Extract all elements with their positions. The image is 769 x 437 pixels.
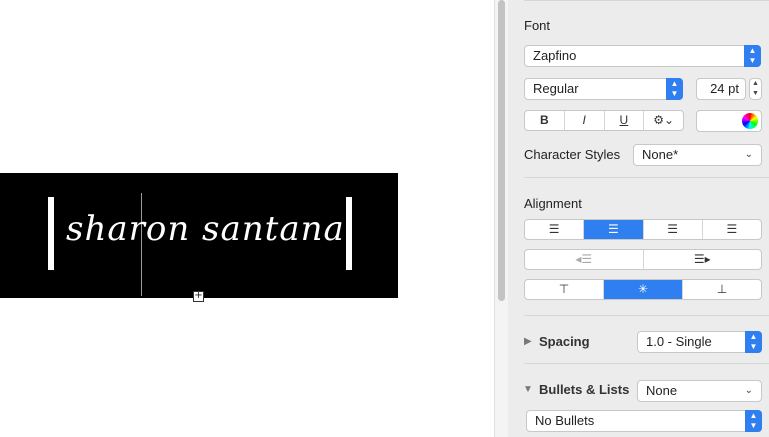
align-justify-icon[interactable]: ☰ (703, 220, 761, 239)
disclosure-down-icon[interactable]: ▼ (523, 384, 533, 395)
font-style-popup[interactable]: Regular ▲ ▼ (524, 78, 683, 100)
font-family-value: Zapfino (533, 48, 577, 63)
disclosure-right-icon[interactable]: ▶ (524, 336, 532, 347)
horizontal-alignment-control: ☰ ☰ ☰ ☰ (524, 219, 762, 240)
popup-arrows-icon: ▲ ▼ (745, 410, 762, 432)
alignment-label: Alignment (524, 196, 582, 211)
align-middle-icon[interactable]: ✳ (604, 280, 683, 299)
gear-icon[interactable]: ⚙︎⌄ (644, 111, 683, 130)
color-wheel-icon (742, 113, 758, 129)
spacing-popup[interactable]: 1.0 - Single ▲ ▼ (637, 331, 762, 353)
align-top-icon[interactable]: ⊤ (525, 280, 604, 299)
scrollbar-thumb[interactable] (498, 0, 505, 301)
format-inspector: Font Zapfino ▲ ▼ Regular ▲ ▼ 24 pt ▲ ▼ B I … (508, 0, 769, 437)
text-bar-left (48, 197, 54, 270)
align-center-icon[interactable]: ☰ (584, 220, 644, 239)
indent-control: ◂☰ ☰▸ (524, 249, 762, 270)
chevron-down-icon: ⌄ (744, 385, 753, 396)
chevron-down-icon: ⌄ (744, 149, 753, 160)
bullet-style-popup[interactable]: No Bullets ▲ ▼ (526, 410, 762, 432)
popup-arrows-icon: ▲ ▼ (745, 331, 762, 353)
text-box[interactable]: sharon santana (0, 173, 398, 298)
popup-arrows-icon: ▲ ▼ (666, 78, 683, 100)
spacing-label[interactable]: Spacing (539, 334, 590, 349)
underline-button[interactable]: U (605, 111, 645, 130)
divider (524, 0, 769, 1)
bold-button[interactable]: B (525, 111, 565, 130)
bullets-popup[interactable]: None ⌄ (637, 380, 762, 402)
resize-handle-icon[interactable]: + (193, 291, 204, 302)
text-style-buttons: B I U ⚙︎⌄ (524, 110, 684, 131)
text-box-content[interactable]: sharon santana (66, 209, 345, 249)
character-styles-label: Character Styles (524, 147, 621, 162)
popup-arrows-icon: ▲ ▼ (744, 45, 761, 67)
font-section-label: Font (524, 18, 551, 33)
font-size-field[interactable]: 24 pt (696, 78, 746, 100)
font-style-value: Regular (533, 81, 579, 96)
increase-indent-icon[interactable]: ☰▸ (644, 250, 762, 269)
align-left-icon[interactable]: ☰ (525, 220, 585, 239)
divider (524, 315, 769, 316)
vertical-alignment-control: ⊤ ✳ ⊥ (524, 279, 762, 300)
vertical-scrollbar[interactable] (494, 0, 508, 437)
divider (524, 363, 769, 364)
character-styles-value: None* (642, 147, 679, 162)
bullets-value: None (646, 383, 678, 398)
text-bar-right (346, 197, 352, 270)
font-family-popup[interactable]: Zapfino ▲ ▼ (524, 45, 761, 67)
italic-button[interactable]: I (565, 111, 605, 130)
font-size-stepper[interactable]: ▲ ▼ (749, 78, 762, 100)
align-bottom-icon[interactable]: ⊥ (683, 280, 761, 299)
spacing-value: 1.0 - Single (646, 334, 712, 349)
decrease-indent-icon[interactable]: ◂☰ (525, 250, 644, 269)
text-color-well[interactable] (696, 110, 762, 132)
divider (524, 177, 769, 178)
bullet-style-value: No Bullets (535, 413, 595, 428)
font-size-value: 24 pt (710, 81, 739, 96)
bullets-lists-label[interactable]: Bullets & Lists (539, 382, 629, 397)
character-styles-popup[interactable]: None* ⌄ (633, 144, 762, 166)
align-right-icon[interactable]: ☰ (644, 220, 703, 239)
document-canvas[interactable]: sharon santana + (0, 0, 494, 437)
